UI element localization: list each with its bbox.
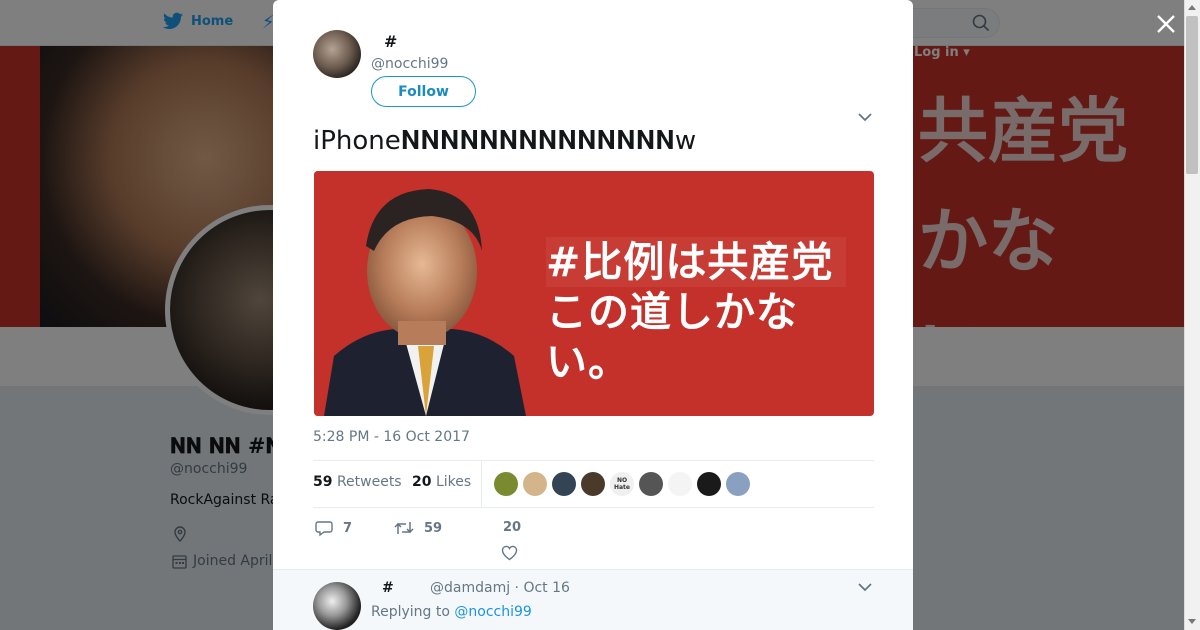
reply-author-avatar[interactable]	[313, 582, 361, 630]
retweet-count: 59	[424, 520, 443, 536]
liker-avatar[interactable]	[552, 472, 576, 496]
tweet-author-avatar[interactable]	[313, 30, 361, 78]
retweet-action[interactable]: 59	[394, 520, 442, 536]
image-caption-line-2: この道しかない。	[546, 288, 798, 386]
scroll-up-arrow[interactable]	[1188, 5, 1196, 10]
image-caption: #比例は共産党 この道しかない。	[546, 237, 874, 387]
reply-action[interactable]: 7	[315, 520, 352, 537]
tweet-author-name[interactable]: #	[384, 32, 397, 51]
tweet-modal: # @nocchi99 Follow iPhone𝐍𝐍𝐍𝐍𝐍𝐍𝐍𝐍𝐍𝐍𝐍𝐍𝐍𝐍w	[273, 0, 913, 630]
retweets-label: Retweets	[336, 474, 402, 490]
reply-author-handle[interactable]: @damdamj · Oct 16	[430, 580, 570, 596]
likes-stat[interactable]: 20 Likes	[412, 474, 471, 490]
retweets-count: 59	[313, 474, 333, 490]
liker-avatar[interactable]	[726, 472, 750, 496]
image-caption-line-1: #比例は共産党	[546, 238, 834, 286]
reply-icon	[315, 521, 333, 537]
reply-chevron-down-icon[interactable]	[857, 582, 873, 592]
tweet-timestamp[interactable]: 5:28 PM - 16 Oct 2017	[313, 429, 470, 445]
liker-avatar[interactable]	[581, 472, 605, 496]
liker-avatar[interactable]: NO Hate	[610, 472, 634, 496]
person-photo	[314, 171, 554, 416]
replying-to-link[interactable]: @nocchi99	[454, 604, 531, 620]
liker-avatar[interactable]	[523, 472, 547, 496]
retweet-icon	[394, 522, 414, 534]
like-action[interactable]: 20	[503, 520, 521, 535]
tweet-stats: 59 Retweets 20 Likes NO Hate	[313, 460, 874, 508]
scrollbar-thumb[interactable]	[1186, 16, 1198, 174]
tweet-text: iPhone𝐍𝐍𝐍𝐍𝐍𝐍𝐍𝐍𝐍𝐍𝐍𝐍𝐍𝐍w	[313, 126, 697, 156]
reply-count: 7	[343, 521, 353, 536]
reply-author-name[interactable]: #	[382, 580, 394, 596]
like-count: 20	[503, 520, 522, 535]
chevron-down-icon[interactable]	[857, 112, 873, 122]
likes-label: Likes	[435, 474, 472, 490]
tweet-author-handle[interactable]: @nocchi99	[371, 56, 448, 72]
close-icon[interactable]	[1155, 13, 1177, 35]
stats-divider	[481, 461, 482, 508]
follow-button[interactable]: Follow	[371, 76, 476, 107]
tweet-image[interactable]: #比例は共産党 この道しかない。	[314, 171, 874, 416]
liker-avatar[interactable]	[697, 472, 721, 496]
replying-prefix: Replying to	[371, 604, 450, 620]
scroll-down-arrow[interactable]	[1188, 619, 1196, 624]
liker-avatar[interactable]	[639, 472, 663, 496]
heart-icon[interactable]	[501, 545, 518, 561]
reply-context: Replying to @nocchi99	[371, 604, 532, 620]
reply-tweet[interactable]	[273, 570, 913, 630]
retweets-stat[interactable]: 59 Retweets	[313, 474, 402, 490]
likes-count: 20	[412, 474, 432, 490]
liker-avatar[interactable]	[494, 472, 518, 496]
liker-avatar[interactable]	[668, 472, 692, 496]
